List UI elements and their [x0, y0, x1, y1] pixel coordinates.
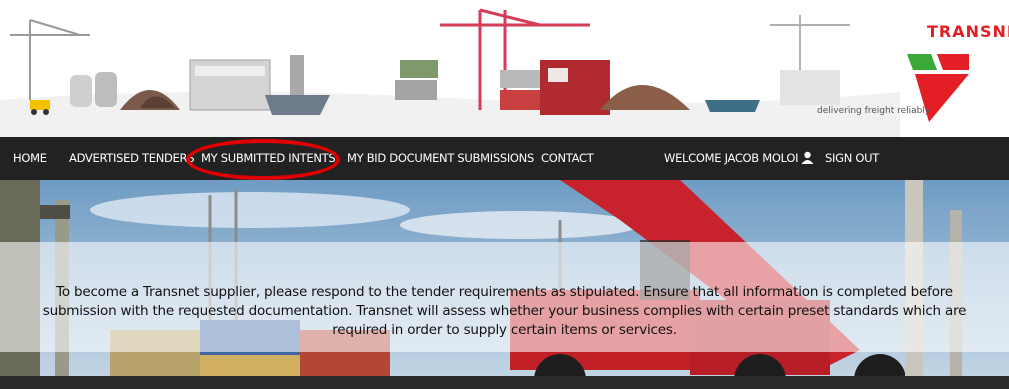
brand-tagline: delivering freight reliably — [817, 106, 931, 116]
nav-my-submitted-intents[interactable]: MY SUBMITTED INTENTS — [201, 137, 336, 180]
freight-banner-image — [0, 0, 900, 137]
nav-user-welcome[interactable]: WELCOME JACOB MOLOI — [664, 137, 814, 180]
brand-name: TRANSNET — [927, 22, 1009, 41]
nav-advertised-tenders[interactable]: ADVERTISED TENDERS — [69, 137, 195, 180]
nav-contact[interactable]: CONTACT — [541, 137, 594, 180]
hero-section: To become a Transnet supplier, please re… — [0, 180, 1009, 389]
nav-my-bid-document-submissions[interactable]: MY BID DOCUMENT SUBMISSIONS — [347, 137, 534, 180]
welcome-text: WELCOME JACOB MOLOI — [664, 151, 799, 165]
nav-home[interactable]: HOME — [13, 137, 47, 180]
transnet-logo[interactable]: TRANSNET delivering freight reliably — [815, 22, 1009, 132]
nav-sign-out[interactable]: SIGN OUT — [825, 137, 879, 180]
user-icon — [801, 151, 814, 164]
supplier-intro-text: To become a Transnet supplier, please re… — [42, 284, 967, 338]
main-nav: HOME ADVERTISED TENDERS MY SUBMITTED INT… — [0, 137, 1009, 180]
site-header: TRANSNET delivering freight reliably — [0, 0, 1009, 137]
